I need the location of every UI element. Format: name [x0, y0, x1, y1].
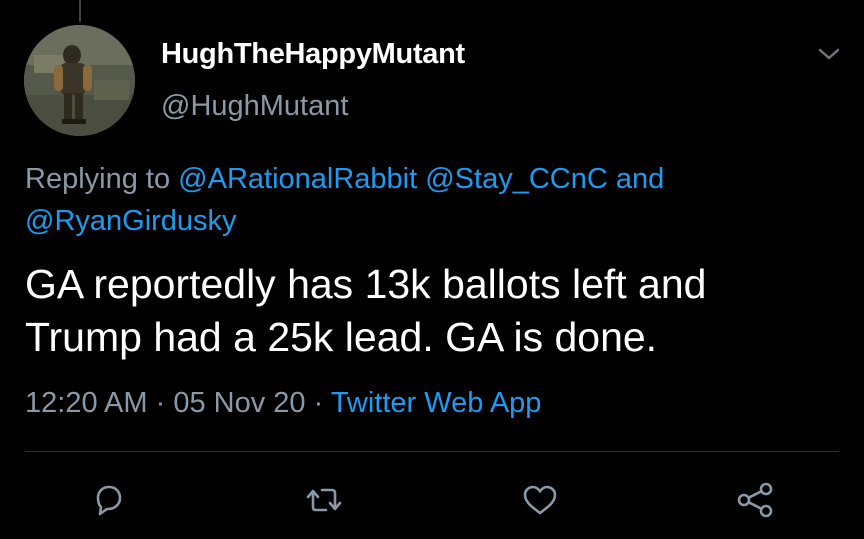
mention-and-conjunction: and [615, 163, 665, 195]
reply-button[interactable] [86, 478, 130, 522]
retweet-icon [306, 488, 342, 512]
mention-arationalrabbit[interactable]: @ARationalRabbit [178, 163, 417, 195]
avatar-image [24, 25, 135, 136]
mention-ryangirdusky[interactable]: @RyanGirdusky [25, 205, 237, 237]
replying-to-label: Replying to [25, 163, 171, 195]
avatar[interactable] [24, 25, 135, 136]
meta-separator: · [155, 387, 166, 419]
tweet-source-link[interactable]: Twitter Web App [331, 387, 542, 419]
share-icon [737, 482, 773, 518]
tweet-text-line: GA reportedly has 13k ballots left and [25, 261, 707, 307]
reply-icon [96, 485, 122, 516]
thread-connector-line [79, 0, 81, 22]
retweet-button[interactable] [302, 478, 346, 522]
tweet-date[interactable]: 05 Nov 20 [173, 387, 305, 419]
tweet-text: GA reportedly has 13k ballots left and T… [25, 258, 855, 364]
replying-to-line: Replying to @ARationalRabbit @Stay_CCnC … [25, 162, 664, 196]
replying-to-line-2: @RyanGirdusky [25, 204, 237, 238]
tweet-metadata: 12:20 AM · 05 Nov 20 · Twitter Web App [25, 386, 541, 420]
meta-separator: · [313, 387, 324, 419]
user-handle[interactable]: @HughMutant [161, 90, 348, 123]
more-options-chevron-down-icon[interactable] [815, 44, 843, 64]
tweet-time[interactable]: 12:20 AM [25, 387, 148, 419]
tweet-text-line: Trump had a 25k lead. GA is done. [25, 314, 658, 360]
heart-icon [523, 485, 557, 515]
mention-stay-ccnc[interactable]: @Stay_CCnC [425, 163, 608, 195]
divider [25, 451, 839, 452]
like-button[interactable] [518, 478, 562, 522]
display-name[interactable]: HughTheHappyMutant [161, 38, 465, 71]
share-button[interactable] [733, 478, 777, 522]
